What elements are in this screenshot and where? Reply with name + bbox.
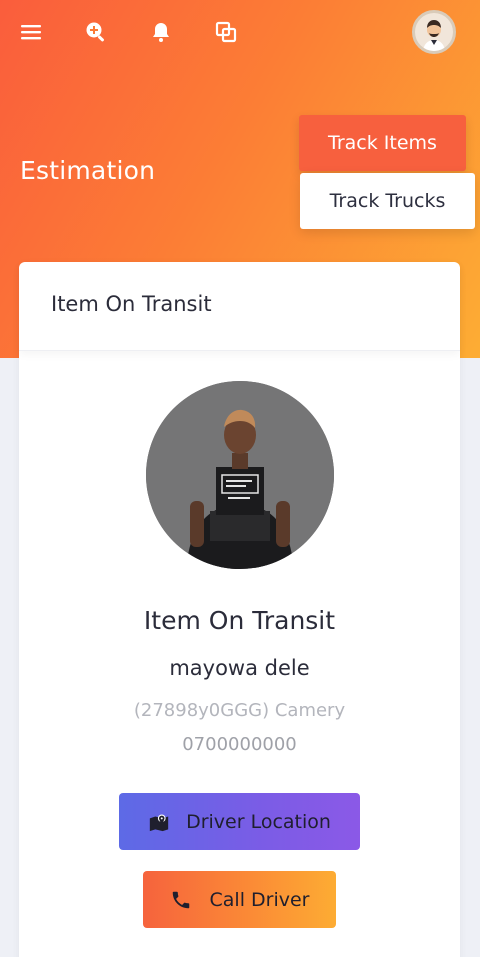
copy-icon[interactable]: [212, 18, 240, 46]
phone-icon: [170, 889, 192, 911]
status-title: Item On Transit: [143, 606, 336, 635]
call-driver-label: Call Driver: [209, 888, 310, 911]
page-title: Estimation: [20, 156, 156, 185]
top-bar: [0, 0, 480, 64]
user-avatar[interactable]: [412, 10, 456, 54]
transit-card: Item On Transit Item On Transit mayowa d…: [19, 262, 460, 957]
tab-track-trucks[interactable]: Track Trucks: [300, 173, 475, 229]
tab-track-items[interactable]: Track Items: [299, 115, 466, 171]
bell-icon[interactable]: [147, 18, 175, 46]
driver-location-label: Driver Location: [186, 810, 331, 833]
card-header: Item On Transit: [19, 262, 460, 351]
driver-phone: 0700000000: [182, 734, 297, 755]
menu-icon[interactable]: [17, 18, 45, 46]
map-marker-icon: [148, 811, 170, 833]
driver-name: mayowa dele: [169, 656, 310, 680]
driver-location-button[interactable]: Driver Location: [119, 793, 360, 850]
call-driver-button[interactable]: Call Driver: [143, 871, 336, 928]
page: Estimation Track Items Track Trucks Item…: [0, 0, 480, 957]
driver-photo: [146, 381, 334, 569]
card-header-title: Item On Transit: [51, 292, 212, 316]
zoom-in-icon[interactable]: [82, 18, 110, 46]
vehicle-info: (27898y0GGG) Camery: [133, 700, 346, 721]
